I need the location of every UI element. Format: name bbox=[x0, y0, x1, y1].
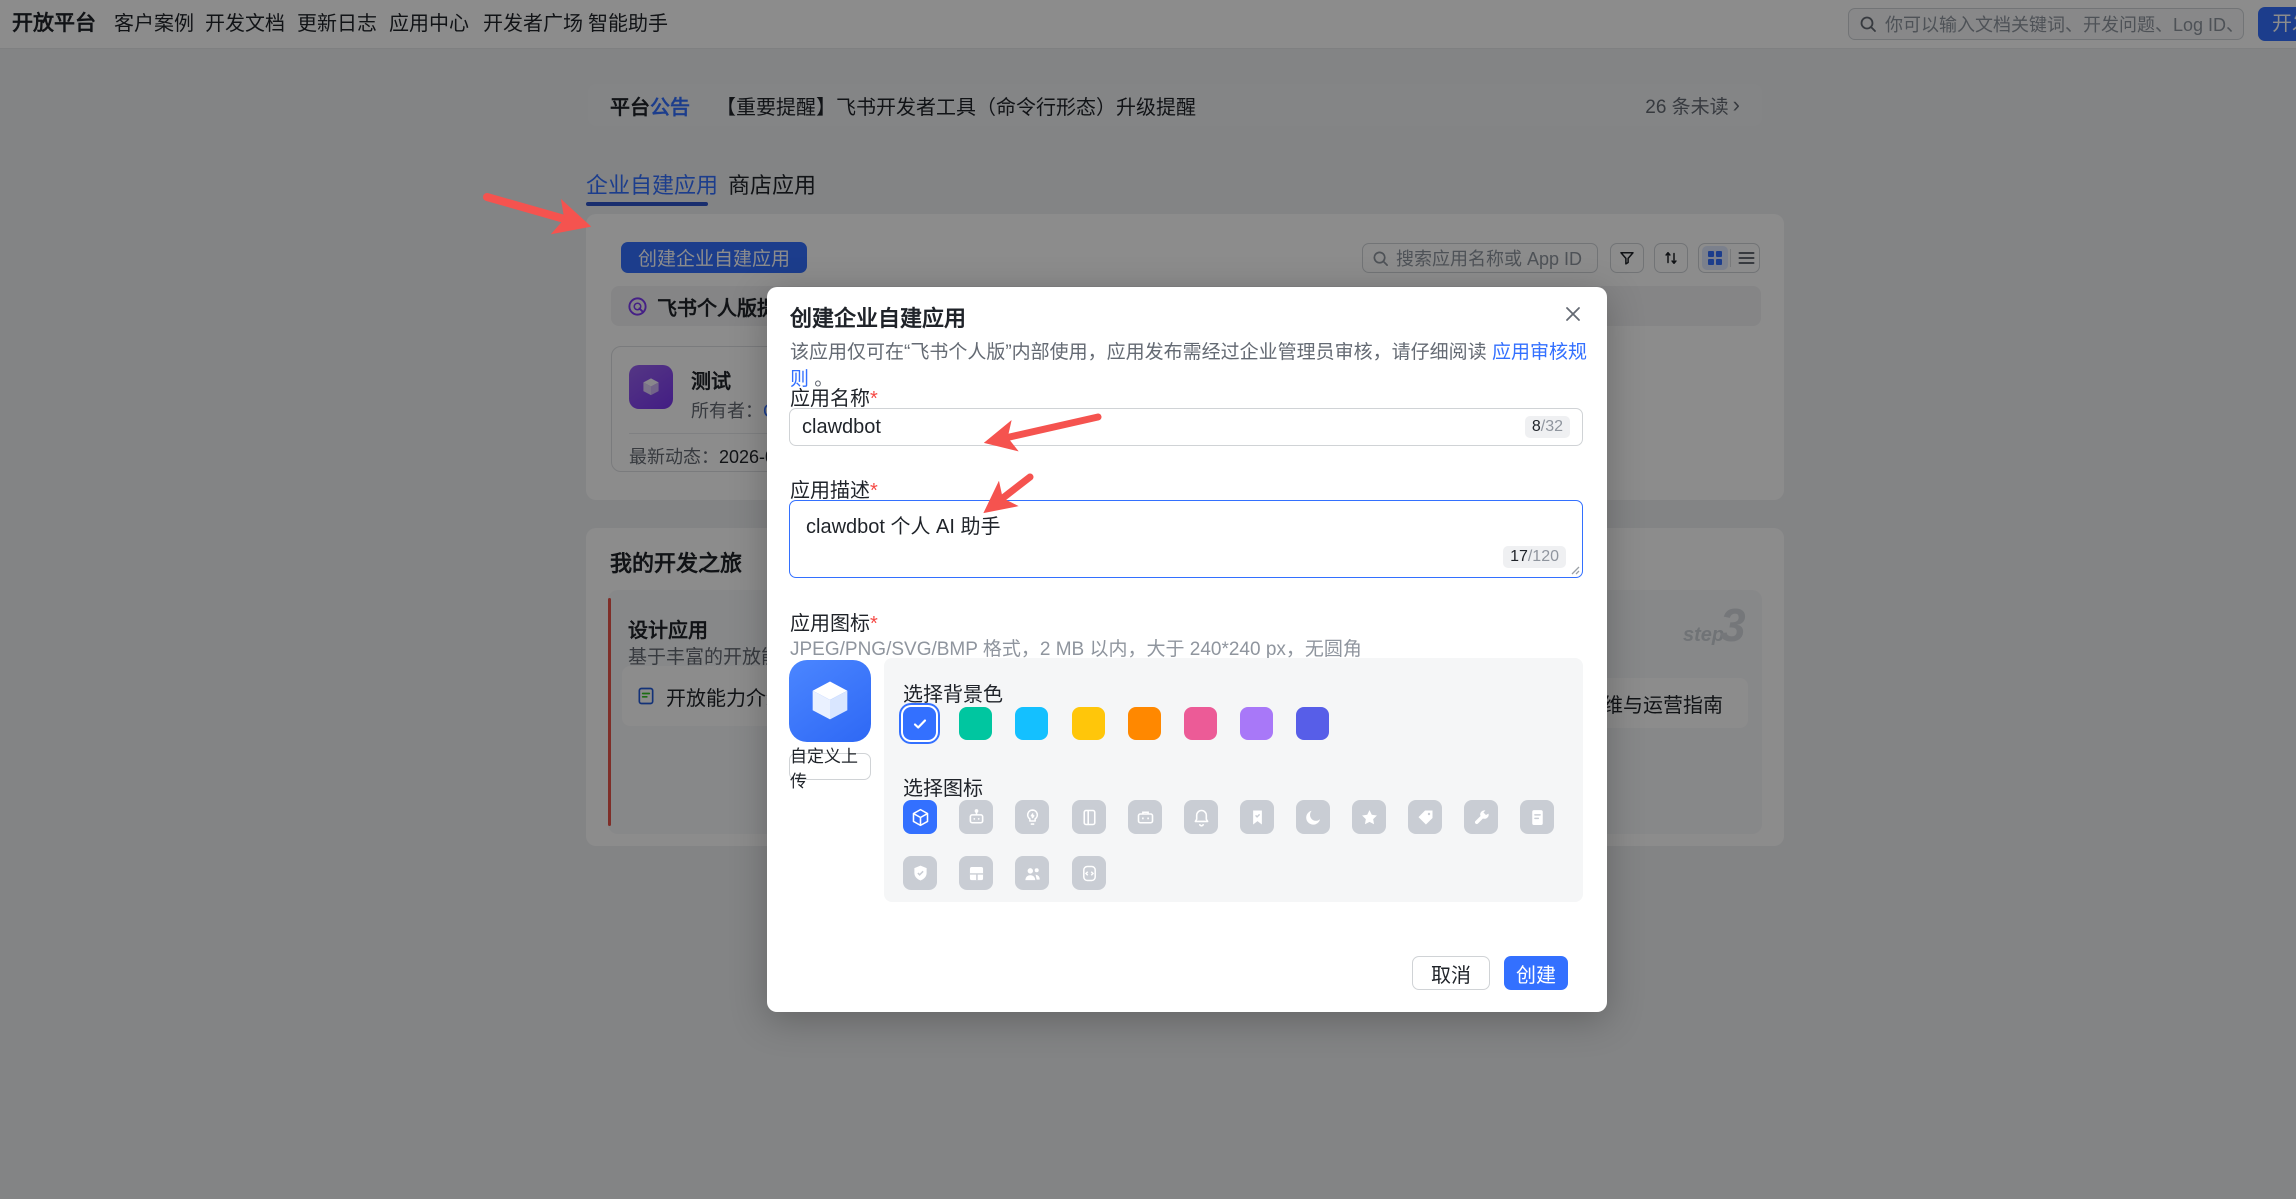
briefcase-icon-option[interactable] bbox=[1128, 800, 1162, 834]
users-icon-option[interactable] bbox=[1015, 856, 1049, 890]
check-icon bbox=[911, 715, 929, 733]
bg-color-swatch-blue[interactable] bbox=[903, 707, 936, 740]
tag-icon-option[interactable] bbox=[1408, 800, 1442, 834]
bg-color-swatch-green[interactable] bbox=[959, 707, 992, 740]
shield-check-icon-option[interactable] bbox=[903, 856, 937, 890]
app-desc-textarea[interactable]: clawdbot 个人 AI 助手 17/120 bbox=[789, 500, 1583, 578]
bg-color-swatch-purple[interactable] bbox=[1240, 707, 1273, 740]
close-icon[interactable] bbox=[1560, 301, 1586, 327]
bg-color-title: 选择背景色 bbox=[903, 678, 1003, 707]
resize-handle[interactable] bbox=[1568, 563, 1580, 575]
custom-upload-button[interactable]: 自定义上传 bbox=[789, 753, 871, 780]
cancel-button[interactable]: 取消 bbox=[1412, 956, 1490, 990]
bg-color-swatch-yellow[interactable] bbox=[1072, 707, 1105, 740]
moon-icon-option[interactable] bbox=[1296, 800, 1330, 834]
bell-icon-option[interactable] bbox=[1184, 800, 1218, 834]
app-desc-value: clawdbot 个人 AI 助手 bbox=[806, 510, 1001, 539]
icon-picker-panel: 选择背景色 选择图标 bbox=[884, 658, 1583, 902]
name-char-counter: 8/32 bbox=[1525, 416, 1570, 438]
create-app-modal: 创建企业自建应用 该应用仅可在“飞书个人版”内部使用，应用发布需经过企业管理员审… bbox=[767, 287, 1607, 1012]
cube-icon-option[interactable] bbox=[903, 800, 937, 834]
app-icon-preview bbox=[789, 660, 871, 742]
modal-title: 创建企业自建应用 bbox=[790, 301, 966, 333]
confirm-button[interactable]: 创建 bbox=[1504, 956, 1568, 990]
file-icon-option[interactable] bbox=[1520, 800, 1554, 834]
cube-icon bbox=[804, 675, 856, 727]
layout-icon-option[interactable] bbox=[959, 856, 993, 890]
app-name-value: clawdbot bbox=[802, 416, 1525, 439]
robot-icon-option[interactable] bbox=[959, 800, 993, 834]
star-icon-option[interactable] bbox=[1352, 800, 1386, 834]
desc-field-label: 应用描述* bbox=[790, 474, 878, 503]
book-icon-option[interactable] bbox=[1072, 800, 1106, 834]
bg-color-swatch-indigo[interactable] bbox=[1296, 707, 1329, 740]
icon-field-label: 应用图标* bbox=[790, 607, 878, 636]
icon-field-hint: JPEG/PNG/SVG/BMP 格式，2 MB 以内，大于 240*240 p… bbox=[790, 634, 1362, 661]
bg-color-swatch-pink[interactable] bbox=[1184, 707, 1217, 740]
bg-color-swatch-orange[interactable] bbox=[1128, 707, 1161, 740]
bg-color-swatch-cyan[interactable] bbox=[1015, 707, 1048, 740]
app-name-input[interactable]: clawdbot 8/32 bbox=[789, 408, 1583, 446]
code-icon-option[interactable] bbox=[1072, 856, 1106, 890]
bulb-icon-option[interactable] bbox=[1015, 800, 1049, 834]
wrench-icon-option[interactable] bbox=[1464, 800, 1498, 834]
desc-char-counter: 17/120 bbox=[1503, 546, 1566, 568]
bookmark-check-icon-option[interactable] bbox=[1240, 800, 1274, 834]
icon-list-title: 选择图标 bbox=[903, 772, 983, 801]
name-field-label: 应用名称* bbox=[790, 382, 878, 411]
modal-subtitle: 该应用仅可在“飞书个人版”内部使用，应用发布需经过企业管理员审核，请仔细阅读 应… bbox=[790, 337, 1590, 391]
screen: 开放平台 客户案例 开发文档 更新日志 应用中心 开发者广场 智能助手 你可以输… bbox=[0, 0, 2296, 1199]
